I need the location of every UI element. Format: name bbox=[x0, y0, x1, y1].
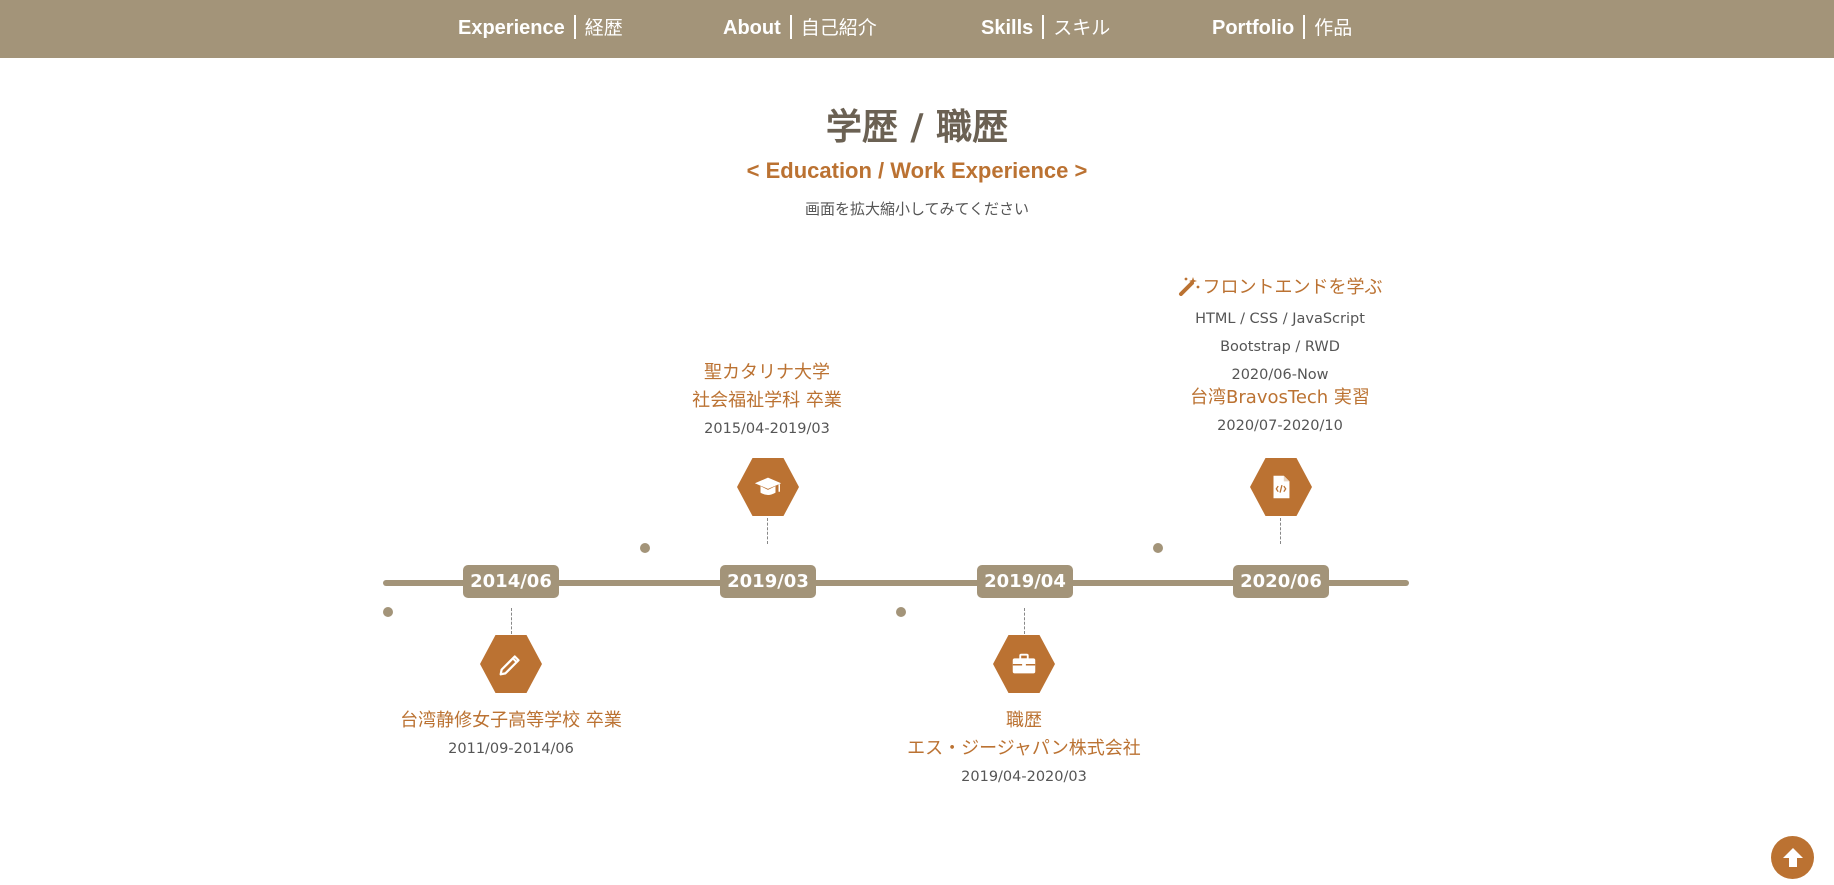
timeline-dot bbox=[383, 607, 393, 617]
university-entry: 聖カタリナ大学 社会福祉学科 卒業 2015/04-2019/03 bbox=[617, 359, 917, 443]
nav-about-en: About bbox=[723, 17, 781, 39]
frontend-skills-line2: Bootstrap / RWD bbox=[1220, 339, 1340, 355]
magic-wand-icon bbox=[1178, 276, 1200, 305]
nav-portfolio[interactable]: Portfolio 作品 bbox=[1212, 0, 1352, 58]
job-title: 職歴 bbox=[1006, 710, 1042, 731]
nav-portfolio-en: Portfolio bbox=[1212, 17, 1295, 39]
nav-about[interactable]: About 自己紹介 bbox=[723, 0, 877, 58]
connector-line bbox=[511, 608, 512, 634]
page-subtitle: < Education / Work Experience > bbox=[746, 158, 1088, 183]
briefcase-icon bbox=[993, 635, 1055, 693]
nav-skills-jp: スキル bbox=[1053, 17, 1111, 39]
university-name-line2: 社会福祉学科 卒業 bbox=[692, 390, 842, 411]
back-to-top-button[interactable] bbox=[1771, 836, 1814, 879]
frontend-entry: フロントエンドを学ぶ HTML / CSS / JavaScript Boots… bbox=[1130, 274, 1430, 440]
pencil-icon bbox=[480, 635, 542, 693]
job-period: 2019/04-2020/03 bbox=[961, 769, 1087, 785]
frontend-heading-row: フロントエンドを学ぶ bbox=[1130, 274, 1430, 305]
nav-experience[interactable]: Experience 経歴 bbox=[458, 0, 623, 58]
nav-experience-en: Experience bbox=[458, 17, 565, 39]
nav-experience-jp: 経歴 bbox=[584, 17, 623, 39]
university-period: 2015/04-2019/03 bbox=[704, 421, 830, 437]
nav-skills[interactable]: Skills スキル bbox=[981, 0, 1110, 58]
university-name-line1: 聖カタリナ大学 bbox=[704, 362, 830, 383]
date-badge-2019-04: 2019/04 bbox=[977, 565, 1073, 598]
date-badge-2014-06: 2014/06 bbox=[463, 565, 559, 598]
nav-divider bbox=[573, 14, 576, 39]
frontend-skills-line1: HTML / CSS / JavaScript bbox=[1195, 311, 1365, 327]
timeline-dot bbox=[640, 543, 650, 553]
connector-line bbox=[767, 518, 768, 544]
nav-divider bbox=[1042, 14, 1045, 39]
nav-skills-en: Skills bbox=[981, 17, 1034, 39]
nav-portfolio-jp: 作品 bbox=[1314, 17, 1353, 39]
nav-divider bbox=[789, 14, 792, 39]
internship-title: 台湾BravosTech 実習 bbox=[1190, 387, 1370, 408]
highschool-period: 2011/09-2014/06 bbox=[448, 741, 574, 757]
timeline-dot bbox=[896, 607, 906, 617]
date-badge-2020-06: 2020/06 bbox=[1233, 565, 1329, 598]
internship-period: 2020/07-2020/10 bbox=[1217, 418, 1343, 434]
arrow-up-icon bbox=[1782, 847, 1803, 867]
timeline-dot bbox=[1153, 543, 1163, 553]
page-title: 学歴 / 職歴 bbox=[825, 107, 1009, 148]
connector-line bbox=[1280, 518, 1281, 544]
connector-line bbox=[1024, 608, 1025, 634]
nav-about-jp: 自己紹介 bbox=[800, 17, 877, 39]
graduation-cap-icon bbox=[737, 458, 799, 516]
date-badge-2019-03: 2019/03 bbox=[720, 565, 816, 598]
highschool-entry: 台湾静修女子高等学校 卒業 2011/09-2014/06 bbox=[361, 707, 661, 763]
job-entry: 職歴 エス・ジージャパン株式会社 2019/04-2020/03 bbox=[874, 707, 1174, 791]
frontend-heading: フロントエンドを学ぶ bbox=[1202, 277, 1383, 298]
nav-divider bbox=[1303, 14, 1306, 39]
code-file-icon bbox=[1250, 458, 1312, 516]
zoom-hint: 画面を拡大縮小してみてください bbox=[804, 200, 1030, 218]
top-nav: Experience 経歴 About 自己紹介 Skills スキル Portfol… bbox=[0, 0, 1834, 58]
job-company: エス・ジージャパン株式会社 bbox=[907, 738, 1141, 759]
highschool-name: 台湾静修女子高等学校 卒業 bbox=[400, 710, 622, 731]
